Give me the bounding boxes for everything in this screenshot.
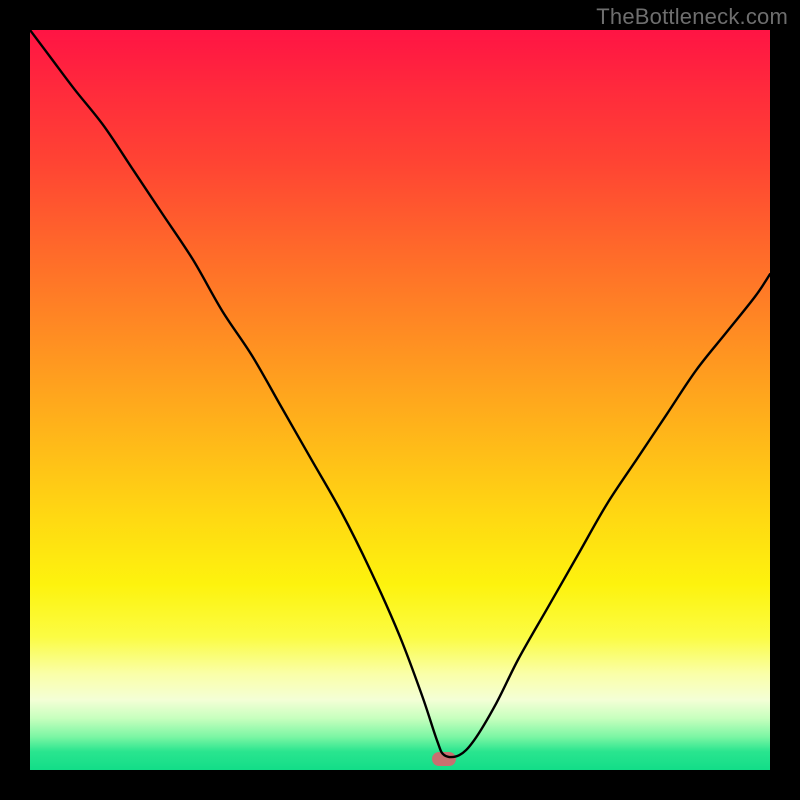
watermark-text: TheBottleneck.com xyxy=(596,4,788,30)
plot-area xyxy=(30,30,770,770)
chart-frame: TheBottleneck.com xyxy=(0,0,800,800)
bottleneck-curve xyxy=(30,30,770,770)
